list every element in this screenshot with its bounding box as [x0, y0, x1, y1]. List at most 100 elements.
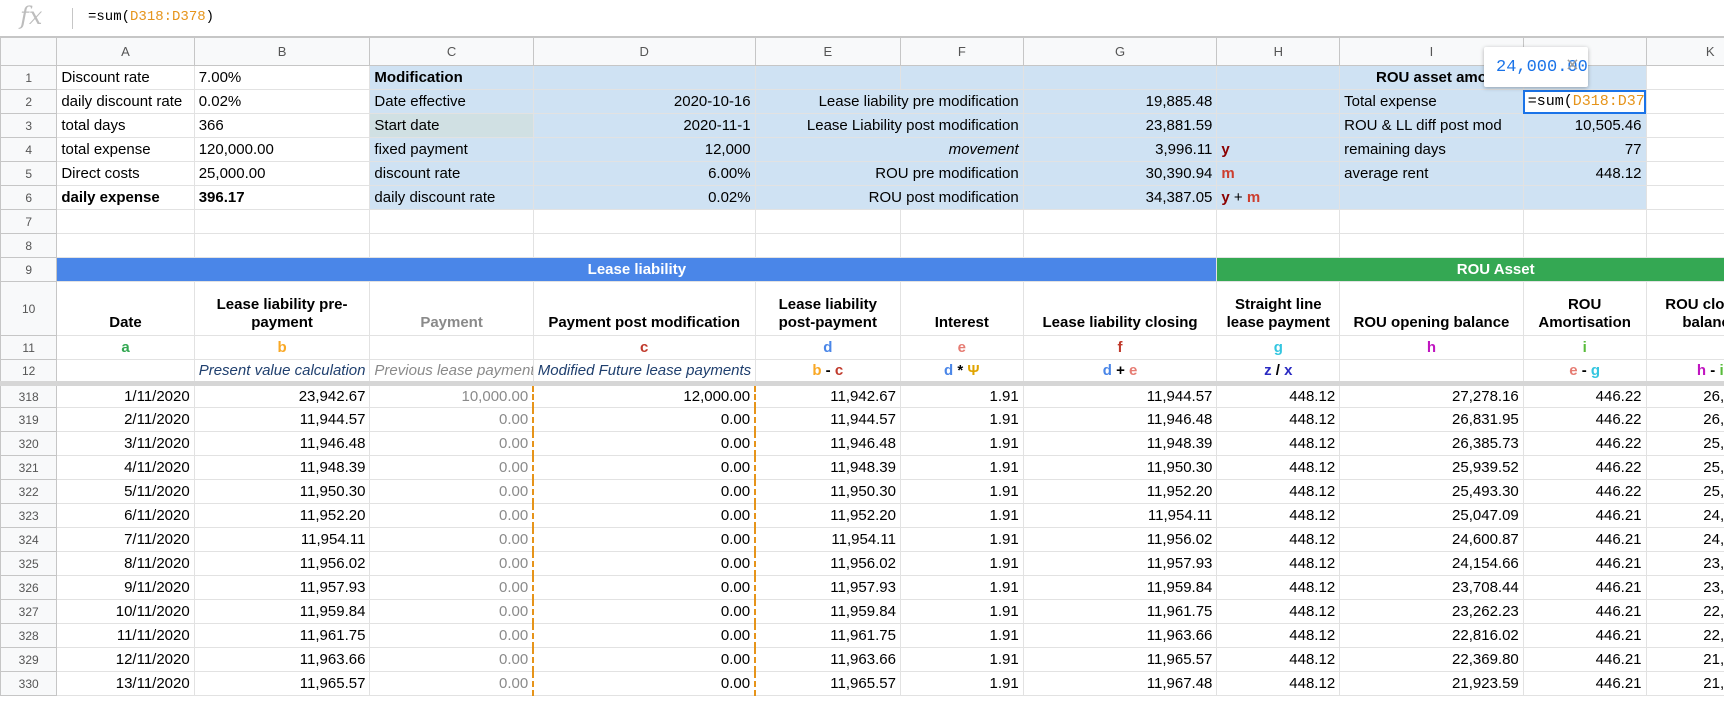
- cell-b[interactable]: 11,957.93: [193, 575, 371, 600]
- row-header[interactable]: 320: [0, 431, 58, 456]
- cell-b[interactable]: 11,946.48: [193, 431, 371, 456]
- cell-h1[interactable]: [1216, 65, 1341, 90]
- cell-c6[interactable]: daily discount rate: [369, 185, 534, 210]
- cell-i[interactable]: 24,600.87: [1339, 527, 1524, 552]
- letter-d[interactable]: d: [754, 335, 901, 360]
- cell-j8[interactable]: [1522, 233, 1647, 258]
- cell-k[interactable]: 26,385.73: [1645, 407, 1724, 432]
- cell-d[interactable]: 12,000.00: [532, 382, 757, 408]
- cell-date[interactable]: 5/11/2020: [56, 479, 195, 504]
- cell-c1[interactable]: Modification: [369, 65, 534, 90]
- cell-e[interactable]: 11,956.02: [754, 551, 901, 576]
- cell-h[interactable]: 448.12: [1216, 431, 1341, 456]
- cell-b[interactable]: 11,954.11: [193, 527, 371, 552]
- cell-c[interactable]: 10,000.00: [369, 383, 534, 408]
- column-header-e[interactable]: E: [754, 37, 901, 66]
- row-header[interactable]: 4: [0, 137, 58, 162]
- cell-b4[interactable]: 120,000.00: [193, 137, 371, 162]
- row-header[interactable]: 8: [0, 233, 58, 258]
- cell-h[interactable]: 448.12: [1216, 503, 1341, 528]
- cell-i[interactable]: 22,816.02: [1339, 623, 1524, 648]
- formula-j[interactable]: e - g: [1522, 359, 1647, 386]
- cell-k[interactable]: 24,154.66: [1645, 527, 1724, 552]
- cell-d[interactable]: 0.00: [532, 575, 757, 600]
- row-header[interactable]: 10: [0, 281, 58, 336]
- header-rou-closing-balance[interactable]: ROU closing balance: [1645, 281, 1724, 336]
- cell-g[interactable]: 11,963.66: [1022, 623, 1218, 648]
- cell-date[interactable]: 8/11/2020: [56, 551, 195, 576]
- cell-e8[interactable]: [754, 233, 901, 258]
- cell-h6[interactable]: y + m: [1216, 185, 1341, 210]
- row-header[interactable]: 5: [0, 161, 58, 186]
- cell-g3[interactable]: 23,881.59: [1022, 113, 1218, 138]
- cell-h3[interactable]: [1216, 113, 1341, 138]
- cell-i[interactable]: 21,923.59: [1339, 671, 1524, 696]
- cell-a7[interactable]: [56, 209, 195, 234]
- cell-e[interactable]: 11,950.30: [754, 479, 901, 504]
- cell-d[interactable]: 0.00: [532, 479, 757, 504]
- cell-g[interactable]: 11,944.57: [1022, 383, 1218, 408]
- cell-j6[interactable]: [1522, 185, 1647, 210]
- cell-b[interactable]: 11,965.57: [193, 671, 371, 696]
- header-straight-line-lease-payment[interactable]: Straight line lease payment: [1216, 281, 1341, 336]
- cell-h[interactable]: 448.12: [1216, 623, 1341, 648]
- cell-k[interactable]: 25,047.09: [1645, 479, 1724, 504]
- cell-j[interactable]: 446.21: [1522, 503, 1647, 528]
- cell-b[interactable]: 11,952.20: [193, 503, 371, 528]
- cell-d[interactable]: 0.00: [532, 455, 757, 480]
- row-header[interactable]: 321: [0, 455, 58, 480]
- cell-c11[interactable]: [369, 335, 534, 360]
- cell-i[interactable]: 23,708.44: [1339, 575, 1524, 600]
- row-header[interactable]: 3: [0, 113, 58, 138]
- cell-f7[interactable]: [899, 209, 1024, 234]
- cell-d[interactable]: 0.00: [532, 599, 757, 624]
- cell-a6[interactable]: daily expense: [56, 185, 195, 210]
- cell-g8[interactable]: [1022, 233, 1218, 258]
- header-lease-liability-pre-payment[interactable]: Lease liability pre-payment: [193, 281, 371, 336]
- letter-f[interactable]: f: [1022, 335, 1218, 360]
- cell-h[interactable]: 448.12: [1216, 551, 1341, 576]
- cell-g5[interactable]: 30,390.94: [1022, 161, 1218, 186]
- cell-date[interactable]: 9/11/2020: [56, 575, 195, 600]
- header-payment-post-modification[interactable]: Payment post modification: [532, 281, 756, 336]
- rou-asset-band[interactable]: ROU Asset: [1216, 257, 1724, 282]
- row-header[interactable]: 319: [0, 407, 58, 432]
- cell-j[interactable]: 446.22: [1522, 455, 1647, 480]
- cell-c[interactable]: 0.00: [369, 599, 534, 624]
- formula-e[interactable]: b - c: [754, 359, 901, 386]
- header-interest[interactable]: Interest: [899, 281, 1024, 336]
- cell-k1[interactable]: [1645, 65, 1724, 90]
- cell-h[interactable]: 448.12: [1216, 599, 1341, 624]
- cell-j[interactable]: 446.21: [1522, 575, 1647, 600]
- cell-f[interactable]: 1.91: [899, 383, 1024, 408]
- cell-d4[interactable]: 12,000: [532, 137, 756, 162]
- cell-g[interactable]: 11,950.30: [1022, 455, 1218, 480]
- cell-h[interactable]: 448.12: [1216, 647, 1341, 672]
- cell-i8[interactable]: [1339, 233, 1524, 258]
- cell-c3[interactable]: Start date: [369, 113, 534, 138]
- letter-e[interactable]: e: [899, 335, 1024, 360]
- select-all-corner[interactable]: [0, 37, 58, 66]
- cell-c5[interactable]: discount rate: [369, 161, 534, 186]
- cell-e[interactable]: 11,944.57: [754, 407, 901, 432]
- cell-h[interactable]: 448.12: [1216, 455, 1341, 480]
- row-header[interactable]: 324: [0, 527, 58, 552]
- cell-h[interactable]: 448.12: [1216, 671, 1341, 696]
- row-header[interactable]: 323: [0, 503, 58, 528]
- cell-f8[interactable]: [899, 233, 1024, 258]
- cell-c[interactable]: 0.00: [369, 407, 534, 432]
- cell-i[interactable]: 25,047.09: [1339, 503, 1524, 528]
- cell-e6[interactable]: ROU post modification: [754, 185, 1024, 210]
- cell-b[interactable]: 11,961.75: [193, 623, 371, 648]
- cell-e[interactable]: 11,959.84: [754, 599, 901, 624]
- cell-k[interactable]: 23,708.44: [1645, 551, 1724, 576]
- cell-h[interactable]: 448.12: [1216, 527, 1341, 552]
- cell-b[interactable]: 11,963.66: [193, 647, 371, 672]
- row-header[interactable]: 1: [0, 65, 58, 90]
- cell-b3[interactable]: 366: [193, 113, 371, 138]
- formula-c[interactable]: Previous lease payments: [369, 359, 534, 386]
- column-header-h[interactable]: H: [1216, 37, 1341, 66]
- cell-g[interactable]: 11,956.02: [1022, 527, 1218, 552]
- cell-c4[interactable]: fixed payment: [369, 137, 534, 162]
- cell-c[interactable]: 0.00: [369, 527, 534, 552]
